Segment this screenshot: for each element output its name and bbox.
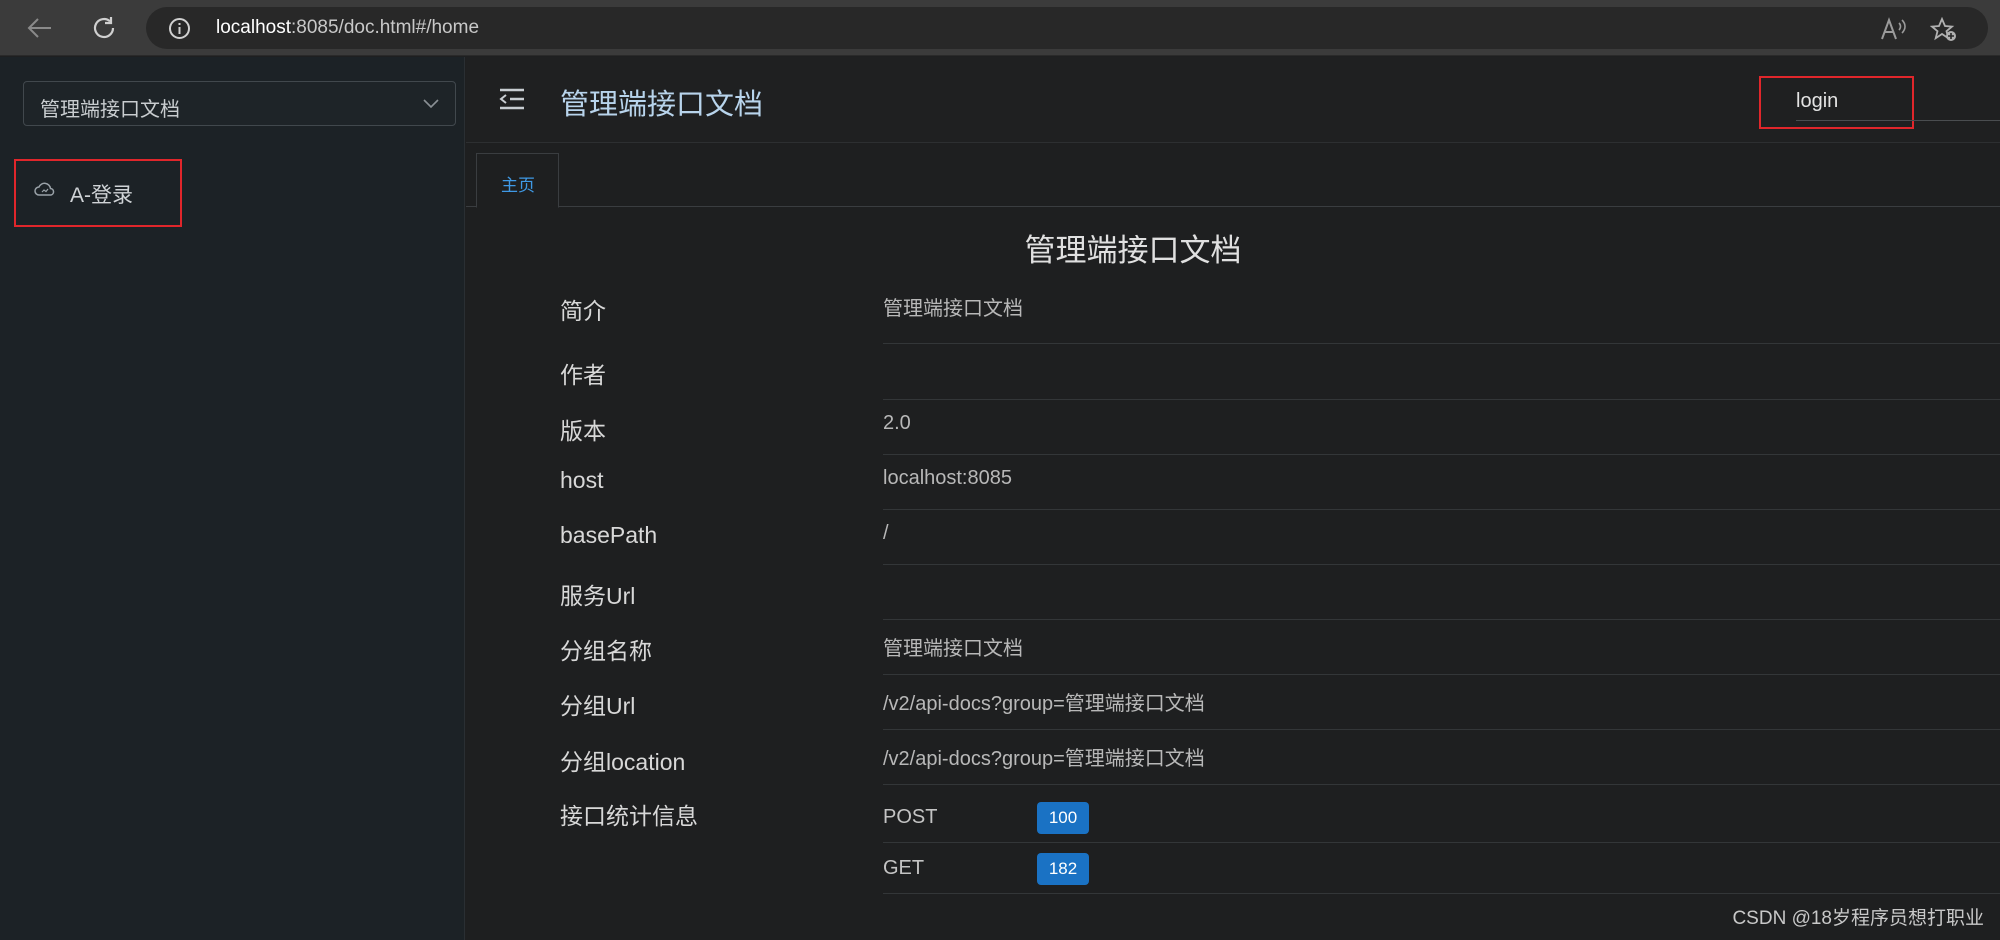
sidebar-item-login[interactable]: A-登录 (14, 159, 182, 227)
stat-row-post: POST 100 (883, 792, 2000, 843)
tab-label: 主页 (501, 176, 535, 195)
stat-row-get: GET 182 (883, 843, 2000, 894)
row-divider (883, 729, 2000, 730)
reload-icon (93, 17, 115, 39)
info-value: localhost:8085 (883, 467, 1012, 489)
main-content: 管理端接口文档 主页 管理端接口文档 简介 管理端接口文档 作者 版本 2.0 … (466, 57, 2000, 940)
info-icon[interactable] (168, 17, 191, 45)
row-divider (883, 674, 2000, 675)
info-row: 分组名称 管理端接口文档 (560, 630, 2000, 685)
info-key: 分组Url (560, 693, 636, 719)
info-row: 分组location /v2/api-docs?group=管理端接口文档 (560, 740, 2000, 795)
menu-collapse-icon[interactable] (498, 87, 526, 116)
info-row: 分组Url /v2/api-docs?group=管理端接口文档 (560, 685, 2000, 740)
url-host: localhost (216, 17, 291, 38)
read-aloud-icon[interactable] (1880, 17, 1906, 46)
info-key: 服务Url (560, 583, 636, 609)
info-row: basePath / (560, 520, 2000, 575)
info-value: 管理端接口文档 (883, 298, 1023, 320)
info-row: 服务Url (560, 575, 2000, 630)
header: 管理端接口文档 (466, 57, 2000, 143)
info-row: 简介 管理端接口文档 (560, 289, 2000, 344)
arrow-left-icon (27, 18, 51, 38)
row-divider (883, 564, 2000, 565)
cloud-icon (34, 181, 56, 202)
row-divider (883, 784, 2000, 785)
info-key: 简介 (560, 298, 606, 324)
info-key: 作者 (560, 362, 606, 388)
info-key: 接口统计信息 (560, 803, 698, 829)
doc-title: 管理端接口文档 (1024, 233, 1242, 268)
row-divider (883, 454, 2000, 455)
url-path: :8085/doc.html#/home (291, 17, 480, 38)
page-title: 管理端接口文档 (560, 89, 764, 121)
url-text[interactable]: localhost:8085/doc.html#/home (216, 17, 479, 39)
chevron-down-icon (423, 96, 439, 114)
reload-button[interactable] (88, 12, 120, 44)
stat-method: GET (883, 857, 925, 879)
watermark: CSDN @18岁程序员想打职业 (1732, 908, 1984, 929)
info-value: 管理端接口文档 (883, 638, 1023, 660)
search-input[interactable] (1796, 83, 2000, 121)
info-value: /v2/api-docs?group=管理端接口文档 (883, 748, 1205, 770)
back-button[interactable] (24, 12, 56, 44)
group-select-value: 管理端接口文档 (40, 99, 180, 121)
row-divider (883, 619, 2000, 620)
group-select[interactable]: 管理端接口文档 (23, 81, 456, 126)
sidebar: 管理端接口文档 A-登录 (0, 57, 465, 940)
info-value: 2.0 (883, 412, 911, 434)
favorite-add-icon[interactable] (1929, 16, 1958, 48)
info-row: 版本 2.0 (560, 409, 2000, 464)
tab-bar: 主页 (466, 143, 2000, 208)
info-key: basePath (560, 522, 658, 548)
info-row: host localhost:8085 (560, 465, 2000, 520)
browser-toolbar: localhost:8085/doc.html#/home (0, 0, 2000, 56)
info-value: /v2/api-docs?group=管理端接口文档 (883, 693, 1205, 715)
address-bar[interactable]: localhost:8085/doc.html#/home (146, 7, 1988, 49)
info-key: 分组名称 (560, 638, 652, 664)
sidebar-item-label: A-登录 (70, 184, 133, 207)
info-key: 版本 (560, 418, 606, 444)
info-value: / (883, 522, 889, 544)
stat-method: POST (883, 806, 938, 828)
row-divider (883, 509, 2000, 510)
info-key: host (560, 467, 604, 493)
row-divider (883, 343, 2000, 344)
count-badge: 182 (1037, 853, 1089, 885)
row-divider (883, 399, 2000, 400)
tab-home[interactable]: 主页 (476, 153, 559, 208)
info-key: 分组location (560, 749, 686, 775)
count-badge: 100 (1037, 802, 1089, 834)
